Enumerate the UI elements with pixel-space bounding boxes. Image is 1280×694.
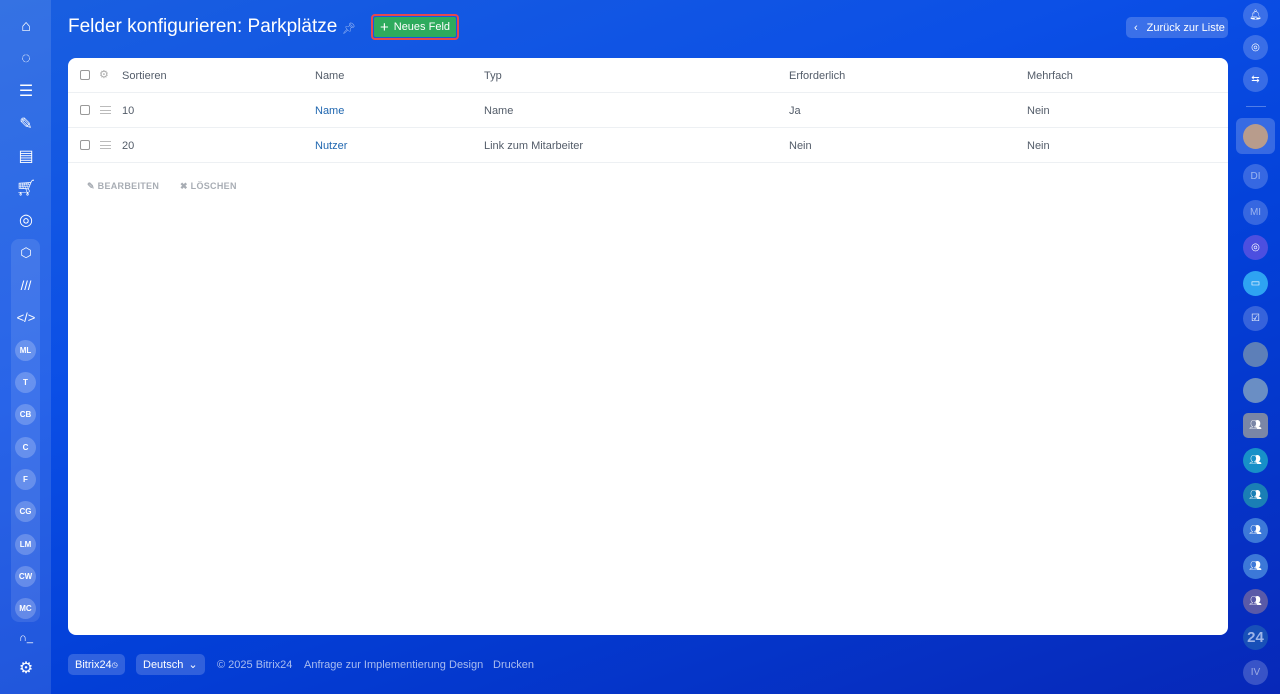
- copilot-icon[interactable]: ◎: [1243, 35, 1268, 60]
- task-icon[interactable]: ☑: [1243, 306, 1268, 331]
- footer-link-print[interactable]: Drucken: [493, 654, 534, 675]
- language-label: Deutsch: [143, 658, 184, 671]
- group-f[interactable]: F: [15, 469, 36, 490]
- page-title: Felder konfigurieren: Parkplätze: [68, 16, 338, 37]
- edit-label: BEARBEITEN: [97, 181, 160, 191]
- clock-icon: ◷: [111, 661, 118, 669]
- chat-image-2[interactable]: [1243, 378, 1268, 403]
- group-t[interactable]: T: [15, 372, 36, 393]
- footer-link-implementation[interactable]: Anfrage zur Implementierung: [304, 654, 446, 675]
- right-sidebar: 🔔︎ ◎ ⇆ DI MI ◎ ▭ ☑ 👥︎ 👥︎ 👥︎ 👥︎ 👥︎ 👥︎ 24 …: [1232, 0, 1280, 694]
- chat-image-1[interactable]: [1243, 342, 1268, 367]
- gear-icon[interactable]: ⚙: [12, 654, 40, 682]
- collapse-icon[interactable]: ∩_: [12, 624, 40, 652]
- cell-type: Name: [484, 105, 514, 117]
- pen-icon[interactable]: ✎: [12, 110, 40, 138]
- cell-multiple: Nein: [1027, 105, 1050, 117]
- left-sidebar: ⌂ ◌ ☰ ✎ ▤ 🛒︎ ◎ ⬡ /// </> ML T CB C F CG …: [0, 0, 51, 694]
- brand-label: Bitrix24: [75, 658, 112, 671]
- col-type[interactable]: Typ: [484, 70, 502, 82]
- chevron-left-icon: ‹: [1134, 21, 1138, 34]
- table-row: 20 Nutzer Link zum Mitarbeiter Nein Nein: [68, 128, 1228, 163]
- col-required[interactable]: Erforderlich: [789, 70, 845, 82]
- cell-sort: 20: [122, 140, 135, 152]
- divider: [1246, 106, 1266, 107]
- group-ml[interactable]: ML: [15, 340, 36, 361]
- bitrix24-brand[interactable]: Bitrix24 ◷: [68, 654, 125, 675]
- new-field-label: Neues Feld: [393, 21, 451, 33]
- group-chat-icon[interactable]: 👥︎: [1243, 589, 1268, 614]
- delete-button[interactable]: ✖ LÖSCHEN: [180, 181, 237, 192]
- code-icon[interactable]: </>: [12, 303, 40, 331]
- chat-di[interactable]: DI: [1243, 164, 1268, 189]
- chevron-down-icon: ⌄: [188, 659, 198, 671]
- target-icon[interactable]: ◎: [12, 206, 40, 234]
- bitrix24-icon[interactable]: 24: [1243, 625, 1268, 650]
- group-chat-icon[interactable]: 👥︎: [1243, 448, 1268, 473]
- group-lm[interactable]: LM: [15, 534, 36, 555]
- chat-mi[interactable]: MI: [1243, 200, 1268, 225]
- group-chat-icon[interactable]: 👥︎: [1243, 413, 1268, 438]
- cell-required: Nein: [789, 140, 812, 152]
- cart-icon[interactable]: 🛒︎: [12, 174, 40, 202]
- col-name[interactable]: Name: [315, 70, 344, 82]
- new-field-button[interactable]: + Neues Feld: [371, 14, 459, 40]
- group-chat-icon[interactable]: 👥︎: [1243, 483, 1268, 508]
- plus-icon: +: [379, 18, 389, 36]
- select-all-checkbox[interactable]: [80, 70, 90, 80]
- cell-required: Ja: [789, 105, 801, 117]
- drag-handle-icon[interactable]: [100, 106, 111, 114]
- home-icon[interactable]: ⌂: [12, 13, 40, 41]
- avatar[interactable]: [1243, 124, 1268, 149]
- table-row: 10 Name Name Ja Nein: [68, 93, 1228, 128]
- gear-icon[interactable]: ⚙: [99, 68, 109, 81]
- pencil-icon: ✎: [87, 181, 98, 191]
- edit-button[interactable]: ✎ BEARBEITEN: [87, 181, 159, 192]
- group-cb[interactable]: CB: [15, 404, 36, 425]
- col-sort[interactable]: Sortieren: [122, 70, 167, 82]
- back-label: Zurück zur Liste: [1146, 21, 1225, 34]
- drag-handle-icon[interactable]: [100, 141, 111, 149]
- workflow-icon[interactable]: ◌: [12, 45, 40, 73]
- cell-sort: 10: [122, 105, 135, 117]
- row-checkbox[interactable]: [80, 105, 90, 115]
- cell-name-link[interactable]: Name: [315, 105, 344, 117]
- contact-card-icon[interactable]: ▤: [12, 142, 40, 170]
- language-select[interactable]: Deutsch ⌄: [136, 654, 205, 675]
- group-mc[interactable]: MC: [15, 598, 36, 619]
- group-chat-icon[interactable]: 👥︎: [1243, 518, 1268, 543]
- funnel-icon[interactable]: ☰: [12, 77, 40, 105]
- stripes-icon[interactable]: ///: [12, 271, 40, 299]
- cell-type: Link zum Mitarbeiter: [484, 140, 584, 152]
- bell-icon[interactable]: 🔔︎: [1243, 3, 1268, 28]
- fields-table: ⚙ Sortieren Name Typ Erforderlich Mehrfa…: [68, 58, 1228, 635]
- pin-icon[interactable]: 📌︎: [342, 22, 356, 35]
- row-checkbox[interactable]: [80, 140, 90, 150]
- chat-iv[interactable]: IV: [1243, 660, 1268, 685]
- footer-link-design[interactable]: Design: [449, 654, 483, 675]
- cube-icon[interactable]: ⬡: [12, 239, 40, 267]
- cell-multiple: Nein: [1027, 140, 1050, 152]
- group-cg[interactable]: CG: [15, 501, 36, 522]
- delete-label: LÖSCHEN: [190, 181, 237, 191]
- copilot-chat-icon[interactable]: ◎: [1243, 235, 1268, 260]
- group-chat-icon[interactable]: 👥︎: [1243, 554, 1268, 579]
- chat-sync-icon[interactable]: ⇆: [1243, 67, 1268, 92]
- group-cw[interactable]: CW: [15, 566, 36, 587]
- group-c[interactable]: C: [15, 437, 36, 458]
- cell-name-link[interactable]: Nutzer: [315, 140, 347, 152]
- x-icon: ✖: [180, 181, 191, 191]
- messages-icon[interactable]: ▭: [1243, 271, 1268, 296]
- col-multiple[interactable]: Mehrfach: [1027, 70, 1073, 82]
- table-header: ⚙ Sortieren Name Typ Erforderlich Mehrfa…: [68, 58, 1228, 93]
- back-to-list-button[interactable]: ‹ Zurück zur Liste: [1126, 17, 1228, 38]
- copyright: © 2025 Bitrix24: [217, 658, 293, 671]
